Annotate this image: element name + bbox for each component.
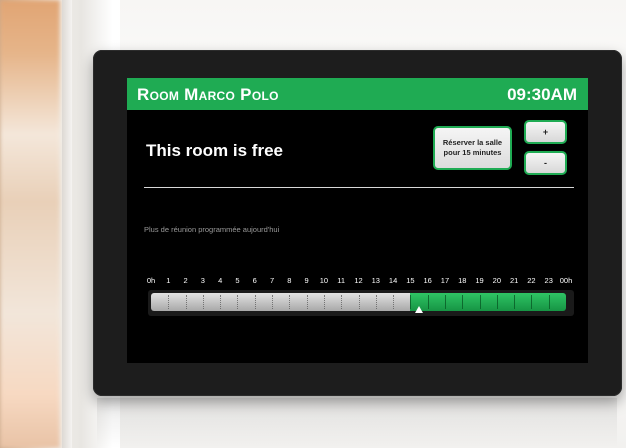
- timeline-hour-labels: 0h 1 2 3 4 5 6 7 8 9 10 11 12 13 14 15 16 17 18 19 20 21 22 23 0…: [144, 276, 574, 286]
- hour-label: 10: [319, 276, 329, 285]
- timeline-free-segment[interactable]: [410, 293, 566, 311]
- timeline-hour-tick: [444, 295, 446, 309]
- timeline-past-segment: [151, 293, 411, 311]
- timeline-hour-tick: [323, 295, 325, 309]
- header-bar: Room Marco Polo 09:30AM: [127, 78, 588, 110]
- increase-duration-button[interactable]: +: [524, 120, 567, 144]
- timeline-hour-tick: [496, 295, 498, 309]
- timeline-hour-tick: [220, 295, 222, 309]
- hour-label: 8: [287, 276, 292, 285]
- room-status-text: This room is free: [146, 141, 283, 160]
- hour-label: 11: [337, 276, 346, 285]
- current-time-marker: [415, 306, 424, 313]
- hour-label: 17: [440, 276, 450, 285]
- hour-label: 23: [544, 276, 553, 285]
- hour-label: 13: [371, 276, 380, 285]
- timeline-bar: [151, 293, 566, 311]
- timeline-hour-tick: [410, 295, 412, 309]
- door-frame: [62, 0, 72, 448]
- timeline-hour-tick: [531, 295, 533, 309]
- timeline-hour-tick: [254, 295, 256, 309]
- timeline-hour-tick: [479, 295, 481, 309]
- timeline-hour-tick: [237, 295, 239, 309]
- timeline-hour-tick: [462, 295, 464, 309]
- timeline-hour-tick: [202, 295, 204, 309]
- timeline-hour-tick: [393, 295, 395, 309]
- hour-label: 5: [235, 276, 240, 285]
- timeline-hour-tick: [289, 295, 291, 309]
- hour-label: 3: [200, 276, 205, 285]
- hour-label: 15: [406, 276, 415, 285]
- hour-label: 22: [527, 276, 536, 285]
- divider: [144, 187, 574, 188]
- timeline-hour-tick: [272, 295, 274, 309]
- timeline-hour-tick: [341, 295, 343, 309]
- hour-label: 00h: [559, 276, 573, 285]
- no-meeting-message: Plus de réunion programmée aujourd'hui: [144, 225, 280, 234]
- hour-label: 18: [458, 276, 467, 285]
- device-shadow: [97, 398, 617, 448]
- timeline-hour-tick: [514, 295, 516, 309]
- current-time: 09:30AM: [507, 85, 577, 104]
- hour-label: 0h: [146, 276, 156, 285]
- timeline-hour-tick: [168, 295, 170, 309]
- hour-label: 9: [304, 276, 309, 285]
- decrease-duration-button[interactable]: -: [524, 151, 567, 175]
- timeline-hour-tick: [548, 295, 550, 309]
- room-booking-screen: Room Marco Polo 09:30AM This room is fre…: [127, 78, 588, 363]
- background-wall-left: [0, 0, 60, 448]
- hour-label: 6: [252, 276, 257, 285]
- hour-label: 4: [218, 276, 223, 285]
- room-name: Room Marco Polo: [137, 85, 279, 104]
- timeline-hour-tick: [427, 295, 429, 309]
- timeline-hour-tick: [375, 295, 377, 309]
- hour-label: 21: [509, 276, 519, 285]
- hour-label: 19: [475, 276, 484, 285]
- hour-label: 16: [423, 276, 432, 285]
- hour-label: 2: [183, 276, 188, 285]
- plus-label: +: [542, 127, 549, 137]
- hour-label: 20: [492, 276, 501, 285]
- timeline-hour-tick: [306, 295, 308, 309]
- hour-label: 7: [269, 276, 275, 285]
- reserve-15-minutes-button[interactable]: Réserver la salle pour 15 minutes: [433, 126, 512, 170]
- hour-label: 12: [354, 276, 363, 285]
- hour-label: 1: [166, 276, 171, 285]
- hour-label: 14: [388, 276, 398, 285]
- timeline-hour-tick: [358, 295, 360, 309]
- minus-label: -: [544, 158, 547, 168]
- reserve-button-label: Réserver la salle pour 15 minutes: [442, 138, 503, 157]
- timeline-hour-tick: [185, 295, 187, 309]
